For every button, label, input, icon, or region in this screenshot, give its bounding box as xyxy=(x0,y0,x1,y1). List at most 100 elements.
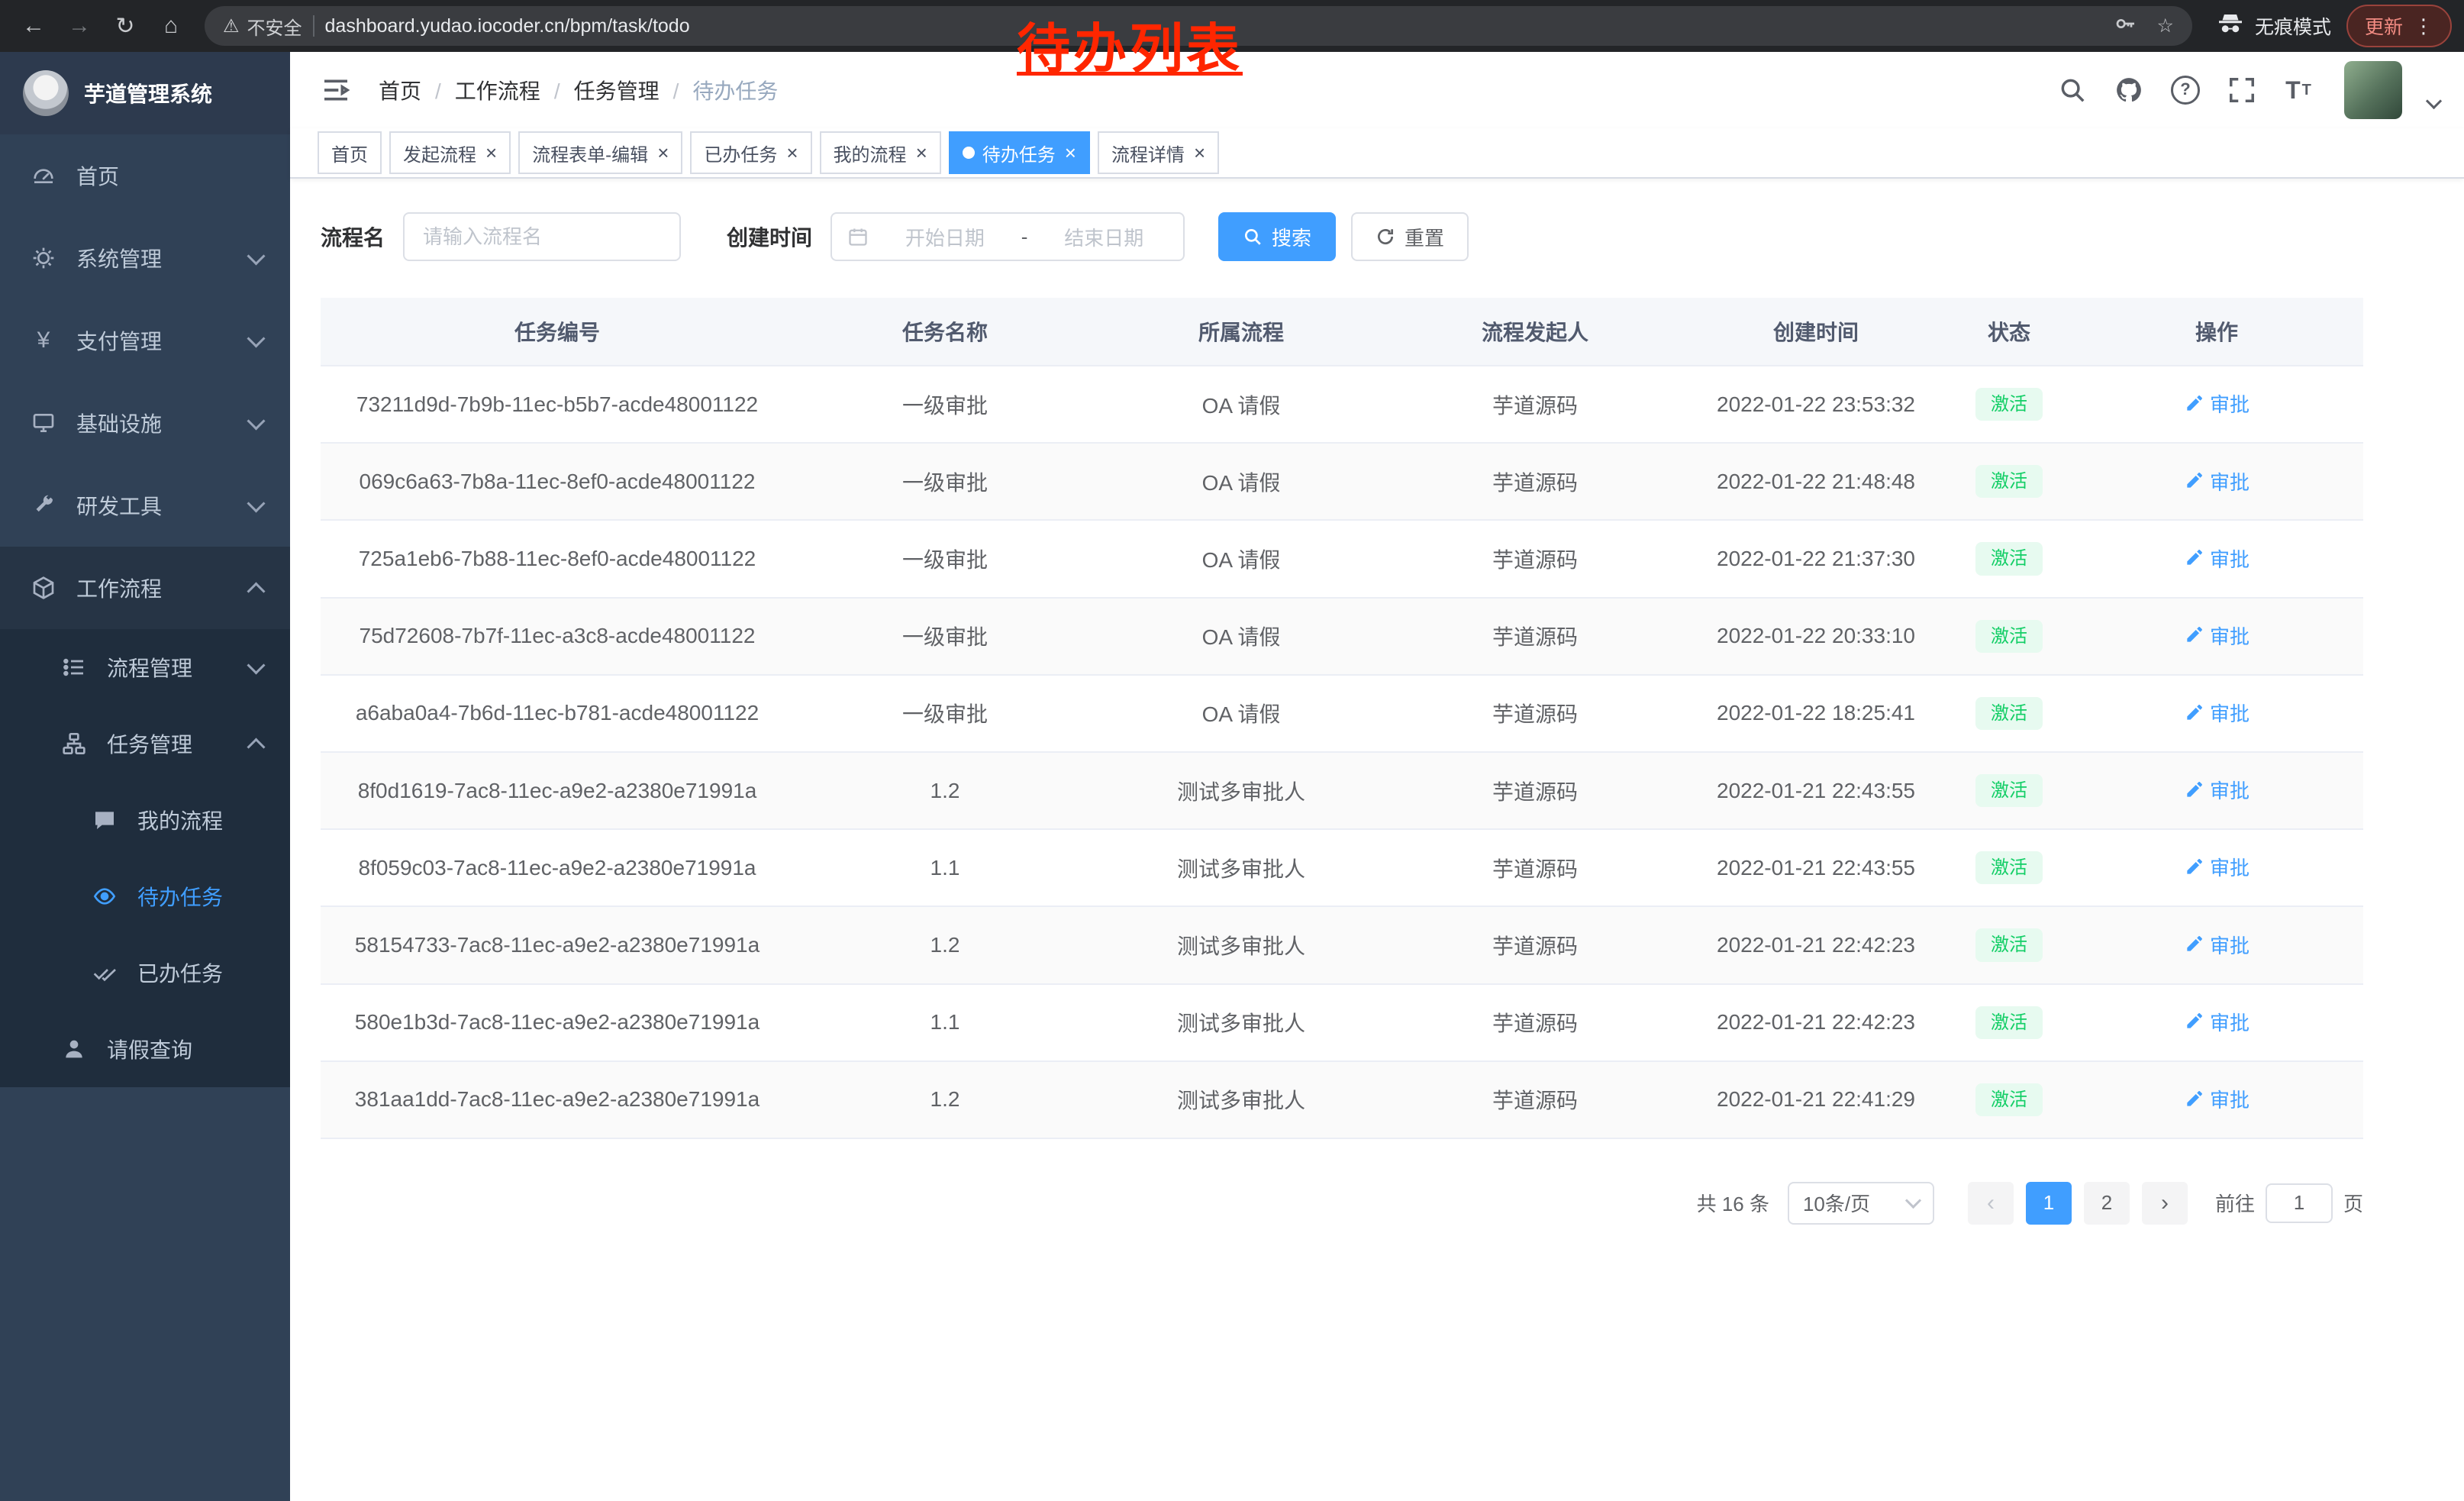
breadcrumb-task-mgmt[interactable]: 任务管理 xyxy=(574,75,693,105)
update-button[interactable]: 更新 ⋮ xyxy=(2346,5,2452,47)
fullscreen-icon[interactable] xyxy=(2225,73,2259,107)
goto-page-input[interactable] xyxy=(2266,1183,2333,1223)
approve-link[interactable]: 审批 xyxy=(2184,853,2250,881)
tab-done-tasks[interactable]: 已办任务× xyxy=(690,131,811,174)
sidebar-item-infra[interactable]: 基础设施 xyxy=(0,382,290,464)
browser-forward-icon[interactable]: → xyxy=(58,5,101,47)
close-icon[interactable]: × xyxy=(1065,143,1076,163)
user-avatar[interactable] xyxy=(2344,61,2402,119)
cell-actions: 审批 xyxy=(2070,1061,2363,1138)
tab-todo-tasks[interactable]: 待办任务× xyxy=(949,131,1090,174)
password-key-icon[interactable] xyxy=(2113,11,2137,41)
browser-reload-icon[interactable]: ↻ xyxy=(104,5,147,47)
search-icon[interactable] xyxy=(2056,73,2089,107)
bookmark-star-icon[interactable]: ☆ xyxy=(2157,15,2174,37)
goto-page: 前往 页 xyxy=(2215,1183,2363,1223)
close-icon[interactable]: × xyxy=(786,143,798,163)
cell-initiator: 芋道源码 xyxy=(1386,598,1684,675)
sidebar: 芋道管理系统 首页 系统管理 ¥ 支付管 xyxy=(0,52,290,1501)
sidebar-item-workflow[interactable]: 工作流程 xyxy=(0,547,290,629)
start-date-placeholder[interactable]: 开始日期 xyxy=(881,223,1009,251)
browser-home-icon[interactable]: ⌂ xyxy=(150,5,192,47)
sidebar-item-devtools[interactable]: 研发工具 xyxy=(0,464,290,547)
chevron-down-icon xyxy=(247,412,265,430)
cell-initiator: 芋道源码 xyxy=(1386,906,1684,983)
approve-link[interactable]: 审批 xyxy=(2184,931,2250,959)
github-icon[interactable] xyxy=(2112,73,2146,107)
avatar-caret-icon[interactable] xyxy=(2426,92,2442,108)
app-logo[interactable]: 芋道管理系统 xyxy=(0,52,290,134)
sidebar-item-payment[interactable]: ¥ 支付管理 xyxy=(0,299,290,382)
prev-page-button[interactable]: ‹ xyxy=(1968,1182,2014,1225)
cell-created: 2022-01-22 21:37:30 xyxy=(1684,520,1948,597)
sidebar-item-todo-task[interactable]: 待办任务 xyxy=(0,858,290,934)
sidebar-collapse-icon[interactable] xyxy=(321,73,354,107)
tab-home[interactable]: 首页 xyxy=(318,131,382,174)
app-title: 芋道管理系统 xyxy=(84,78,212,108)
close-icon[interactable]: × xyxy=(916,143,927,163)
close-icon[interactable]: × xyxy=(1194,143,1205,163)
edit-pen-icon xyxy=(2184,548,2204,568)
main-area: 首页 工作流程 任务管理 待办任务 ? TT xyxy=(290,52,2464,1501)
cell-task-id: 75d72608-7b7f-11ec-a3c8-acde48001122 xyxy=(321,598,794,675)
search-button[interactable]: 搜索 xyxy=(1218,212,1336,261)
browser-menu-icon[interactable]: ⋮ xyxy=(2414,15,2433,38)
next-page-button[interactable]: › xyxy=(2142,1182,2188,1225)
breadcrumb-home[interactable]: 首页 xyxy=(379,75,455,105)
security-chip[interactable]: ⚠ 不安全 xyxy=(223,13,302,40)
sidebar-item-home[interactable]: 首页 xyxy=(0,134,290,217)
approve-link[interactable]: 审批 xyxy=(2184,467,2250,495)
table-row: 069c6a63-7b8a-11ec-8ef0-acde48001122 一级审… xyxy=(321,443,2363,520)
approve-link[interactable]: 审批 xyxy=(2184,544,2250,573)
close-icon[interactable]: × xyxy=(485,143,497,163)
cell-process: OA 请假 xyxy=(1096,443,1386,520)
sidebar-item-my-process[interactable]: 我的流程 xyxy=(0,782,290,858)
cell-process: OA 请假 xyxy=(1096,598,1386,675)
tab-form-edit[interactable]: 流程表单-编辑× xyxy=(518,131,682,174)
eye-icon xyxy=(92,883,118,909)
cell-initiator: 芋道源码 xyxy=(1386,675,1684,752)
date-range-picker[interactable]: 开始日期 - 结束日期 xyxy=(830,212,1185,261)
page-button-1[interactable]: 1 xyxy=(2026,1182,2072,1225)
approve-link[interactable]: 审批 xyxy=(2184,621,2250,650)
end-date-placeholder[interactable]: 结束日期 xyxy=(1040,223,1168,251)
url-text[interactable]: dashboard.yudao.iocoder.cn/bpm/task/todo xyxy=(325,15,690,37)
cell-task-id: 580e1b3d-7ac8-11ec-a9e2-a2380e71991a xyxy=(321,984,794,1061)
page-button-2[interactable]: 2 xyxy=(2084,1182,2130,1225)
close-icon[interactable]: × xyxy=(657,143,669,163)
approve-link[interactable]: 审批 xyxy=(2184,1085,2250,1113)
table-row: 58154733-7ac8-11ec-a9e2-a2380e71991a 1.2… xyxy=(321,906,2363,983)
tab-process-detail[interactable]: 流程详情× xyxy=(1098,131,1219,174)
tab-start-process[interactable]: 发起流程× xyxy=(389,131,511,174)
sidebar-item-leave-query[interactable]: 请假查询 xyxy=(0,1011,290,1087)
font-size-icon[interactable]: TT xyxy=(2282,73,2315,107)
reset-button[interactable]: 重置 xyxy=(1351,212,1469,261)
cell-task-name: 1.1 xyxy=(794,984,1096,1061)
process-name-input[interactable] xyxy=(403,212,681,261)
sidebar-item-done-task[interactable]: 已办任务 xyxy=(0,934,290,1011)
table-header-row: 任务编号 任务名称 所属流程 流程发起人 创建时间 状态 操作 xyxy=(321,298,2363,366)
help-icon[interactable]: ? xyxy=(2169,73,2202,107)
cell-process: 测试多审批人 xyxy=(1096,1061,1386,1138)
approve-link[interactable]: 审批 xyxy=(2184,389,2250,418)
workflow-submenu: 流程管理 任务管理 我的流程 xyxy=(0,629,290,1087)
person-icon xyxy=(61,1036,87,1062)
approve-link[interactable]: 审批 xyxy=(2184,1008,2250,1036)
sidebar-item-system[interactable]: 系统管理 xyxy=(0,217,290,299)
page-size-select[interactable]: 10条/页 xyxy=(1788,1182,1934,1225)
approve-link[interactable]: 审批 xyxy=(2184,699,2250,727)
browser-back-icon[interactable]: ← xyxy=(12,5,55,47)
approve-link[interactable]: 审批 xyxy=(2184,776,2250,804)
sidebar-item-process-mgmt[interactable]: 流程管理 xyxy=(0,629,290,705)
table-row: 725a1eb6-7b88-11ec-8ef0-acde48001122 一级审… xyxy=(321,520,2363,597)
col-initiator: 流程发起人 xyxy=(1386,298,1684,366)
logo-avatar xyxy=(23,70,69,116)
cell-status: 激活 xyxy=(1948,1061,2070,1138)
cell-initiator: 芋道源码 xyxy=(1386,752,1684,829)
tab-my-process[interactable]: 我的流程× xyxy=(820,131,941,174)
breadcrumb-workflow[interactable]: 工作流程 xyxy=(455,75,574,105)
edit-pen-icon xyxy=(2184,703,2204,723)
col-task-id: 任务编号 xyxy=(321,298,794,366)
sidebar-item-task-mgmt[interactable]: 任务管理 xyxy=(0,705,290,782)
chevron-down-icon xyxy=(247,247,265,265)
